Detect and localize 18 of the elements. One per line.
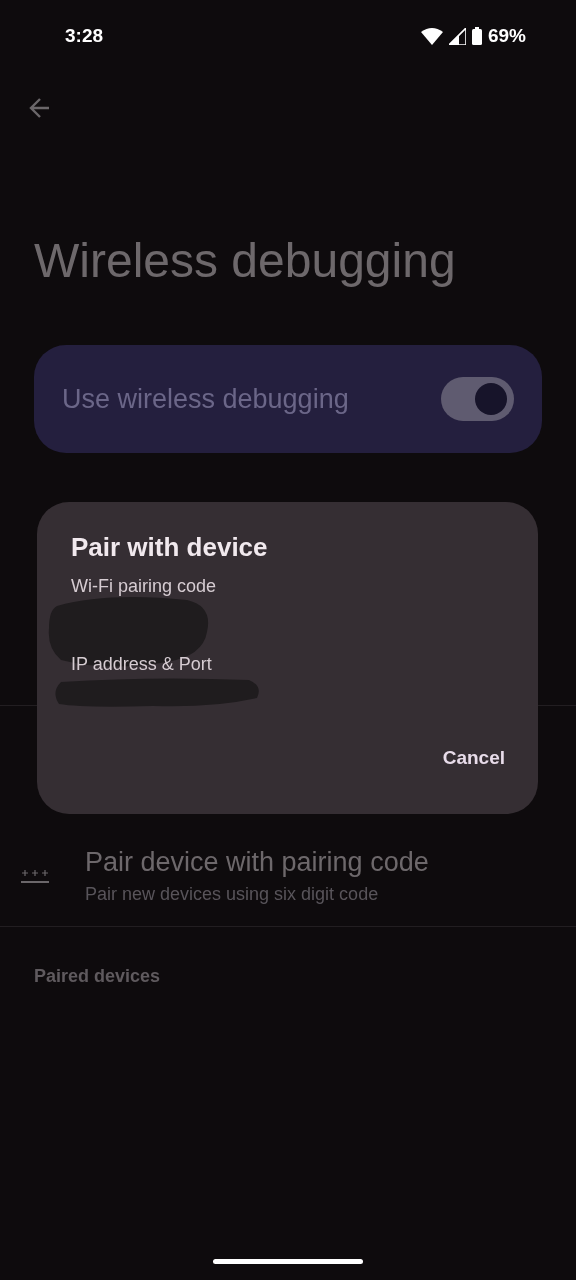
status-time: 3:28 xyxy=(65,23,104,48)
item-title[interactable]: Pair device with pairing code xyxy=(85,845,429,879)
battery-percent: 69% xyxy=(487,23,526,48)
wifi-icon xyxy=(420,27,443,45)
switch-label: Use wireless debugging xyxy=(62,382,349,416)
field-label: IP address & Port xyxy=(71,653,213,676)
main-switch-card[interactable]: Use wireless debugging xyxy=(34,345,542,453)
back-arrow-icon[interactable] xyxy=(28,96,52,120)
signal-icon xyxy=(448,27,466,45)
section-header: Paired devices xyxy=(34,965,162,988)
page-title: Wireless debugging xyxy=(34,233,457,289)
cancel-button[interactable]: Cancel xyxy=(442,740,505,777)
toggle-switch[interactable] xyxy=(441,377,514,421)
password-icon xyxy=(20,868,49,884)
field-label: Wi-Fi pairing code xyxy=(71,575,218,598)
dialog-title: Pair with device xyxy=(71,531,269,564)
battery-icon xyxy=(471,27,482,45)
item-subtitle: Pair new devices using six digit code xyxy=(85,883,380,906)
